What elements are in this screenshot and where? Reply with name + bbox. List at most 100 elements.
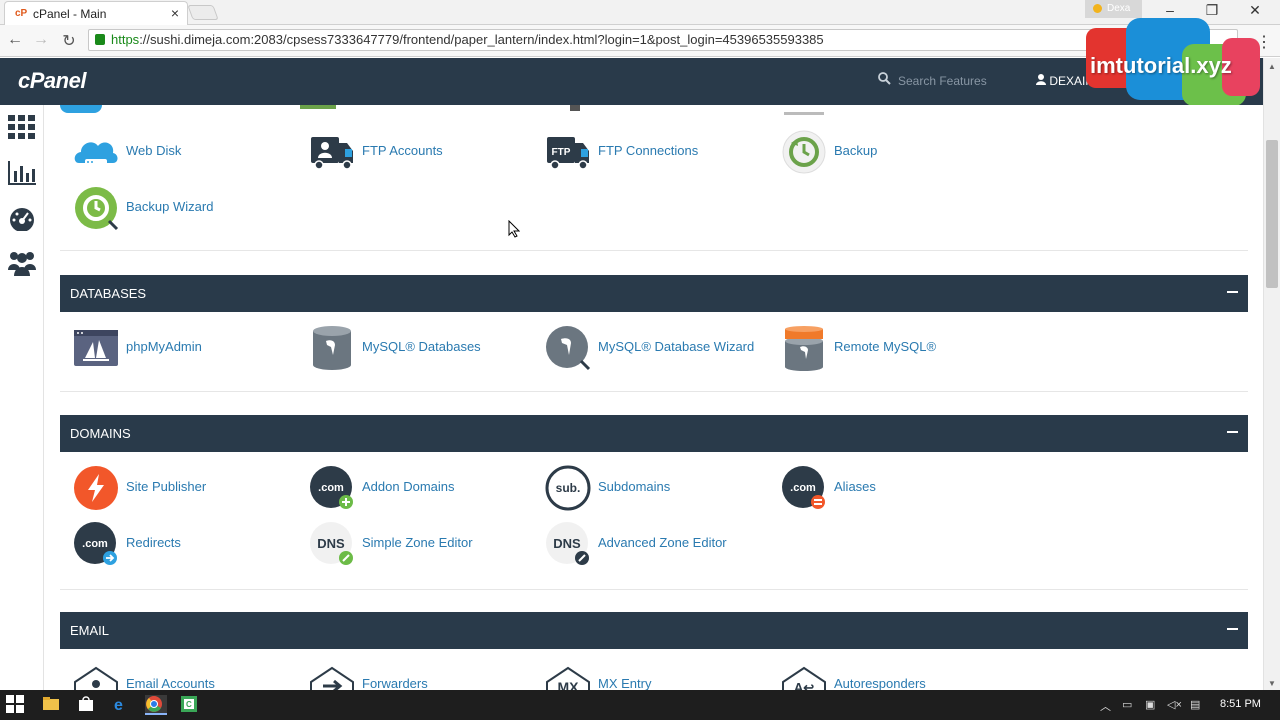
collapse-icon[interactable] [1227,628,1238,630]
aliases-label: Aliases [834,479,876,494]
site-publisher-label: Site Publisher [126,479,207,494]
cpanel-logo[interactable]: cPanel [18,68,86,94]
tray-volume-icon[interactable]: ◁× [1167,698,1182,711]
simple-zone-editor-label: Simple Zone Editor [362,535,473,550]
profile-badge[interactable]: Dexa [1085,0,1142,18]
com-icon-text: .com [790,482,816,494]
cpanel-header: cPanel DEXAINDO [0,58,1263,105]
aliases-item[interactable]: .com Aliases [781,465,1011,511]
email-accounts-label: Email Accounts [126,676,215,690]
new-tab-button[interactable] [187,5,219,20]
close-tab-icon[interactable]: × [171,5,179,21]
backup-icon [781,129,827,175]
page-scrollbar[interactable]: ▲ ▼ [1263,58,1280,690]
search-icon [878,72,891,88]
file-explorer-icon[interactable] [42,695,62,715]
forwarders-item[interactable]: Forwarders [309,662,539,690]
addon-domains-item[interactable]: .com Addon Domains [309,465,539,511]
window-close-icon[interactable]: ✕ [1240,2,1270,19]
watermark-text: imtutorial.xyz [1090,53,1232,78]
redirects-label: Redirects [126,535,181,550]
reload-icon[interactable]: ↻ [58,31,80,51]
url-field[interactable]: https://sushi.dimeja.com:2083/cpsess7333… [88,29,1238,51]
addon-domains-label: Addon Domains [362,479,455,494]
edge-browser-icon[interactable]: e [112,695,132,715]
tray-chevron-icon[interactable]: ︿ [1100,698,1111,714]
mysql-database-wizard-item[interactable]: MySQL® Database Wizard [545,325,775,371]
sidebar [0,105,44,690]
forward-icon[interactable]: → [30,31,52,49]
chrome-browser-icon[interactable] [145,695,167,715]
ftp-accounts-label: FTP Accounts [362,143,443,158]
ftp-accounts-item[interactable]: FTP Accounts [309,129,539,175]
sidebar-partial-icon [8,105,36,115]
forwarders-label: Forwarders [362,676,428,690]
redirects-icon: .com [73,521,119,567]
partial-icon [300,105,336,109]
dashboard-icon[interactable] [8,207,36,233]
email-section-header[interactable]: EMAIL [60,612,1248,649]
web-disk-item[interactable]: Web Disk [73,129,303,175]
mysql-databases-label: MySQL® Databases [362,339,481,354]
advanced-zone-editor-item[interactable]: DNS Advanced Zone Editor [545,521,775,567]
autoresponders-item[interactable]: A↩ Autoresponders [781,662,1011,690]
restore-icon[interactable]: ❐ [1197,2,1227,19]
statistics-icon[interactable] [8,161,36,187]
store-icon[interactable] [77,695,97,715]
site-publisher-icon [73,465,119,511]
redirects-item[interactable]: .com Redirects [73,521,303,567]
url-scheme: https [111,32,140,47]
email-accounts-item[interactable]: Email Accounts [73,662,303,690]
forwarders-icon [309,662,355,690]
site-publisher-item[interactable]: Site Publisher [73,465,303,511]
minimize-icon[interactable]: – [1155,2,1185,18]
tray-battery-icon[interactable]: ▭ [1122,698,1132,711]
taskbar-clock[interactable]: 8:51 PM [1220,698,1261,710]
url-rest: ://sushi.dimeja.com:2083/cpsess733364777… [139,32,824,47]
back-icon[interactable]: ← [4,31,26,49]
domains-panel: Site Publisher .com Addon Domains sub. S… [60,452,1248,590]
main-content: Web Disk FTP Accounts FTP FTP Connection… [44,105,1263,690]
collapse-icon[interactable] [1227,431,1238,433]
domains-section-header[interactable]: DOMAINS [60,415,1248,452]
autoresponders-icon: A↩ [781,662,827,690]
sub-icon-text: sub. [556,481,581,495]
svg-text:e: e [114,697,123,713]
browser-tab[interactable]: cP cPanel - Main × [4,1,188,25]
simple-zone-editor-icon: DNS [309,521,355,567]
scroll-thumb[interactable] [1266,140,1278,288]
simple-zone-editor-item[interactable]: DNS Simple Zone Editor [309,521,539,567]
mx-entry-item[interactable]: MX MX Entry [545,662,775,690]
mx-entry-icon: MX [545,662,591,690]
scroll-up-icon[interactable]: ▲ [1268,62,1276,71]
camtasia-icon[interactable]: C [180,695,200,715]
tray-network-icon[interactable]: ▣ [1145,698,1155,711]
subdomains-icon: sub. [545,465,591,511]
search-features-input[interactable] [898,70,1018,92]
autoresponders-label: Autoresponders [834,676,926,690]
lock-icon [95,34,105,45]
partial-icon [570,105,580,111]
grid-icon[interactable] [8,115,36,141]
profile-name: Dexa [1107,3,1131,14]
backup-item[interactable]: Backup [781,129,1011,175]
scroll-down-icon[interactable]: ▼ [1268,679,1276,688]
domains-title: DOMAINS [70,426,131,441]
ftp-accounts-icon [309,129,355,175]
subdomains-item[interactable]: sub. Subdomains [545,465,775,511]
remote-mysql-item[interactable]: Remote MySQL® [781,325,1011,371]
mysql-databases-item[interactable]: MySQL® Databases [309,325,539,371]
tab-title: cPanel - Main [33,7,107,21]
tray-notification-icon[interactable]: ▤ [1190,698,1200,711]
databases-section-header[interactable]: DATABASES [60,275,1248,312]
phpmyadmin-item[interactable]: phpMyAdmin [73,325,303,371]
collapse-icon[interactable] [1227,291,1238,293]
profile-icon [1093,4,1102,13]
web-disk-icon [73,129,119,175]
mx-icon-text: MX [558,679,580,690]
users-icon[interactable] [8,250,36,276]
backup-wizard-item[interactable]: Backup Wizard [73,185,303,231]
windows-start-icon[interactable] [6,695,26,715]
email-panel: Email Accounts Forwarders MX MX Entry A↩… [60,649,1248,690]
ftp-connections-item[interactable]: FTP FTP Connections [545,129,775,175]
